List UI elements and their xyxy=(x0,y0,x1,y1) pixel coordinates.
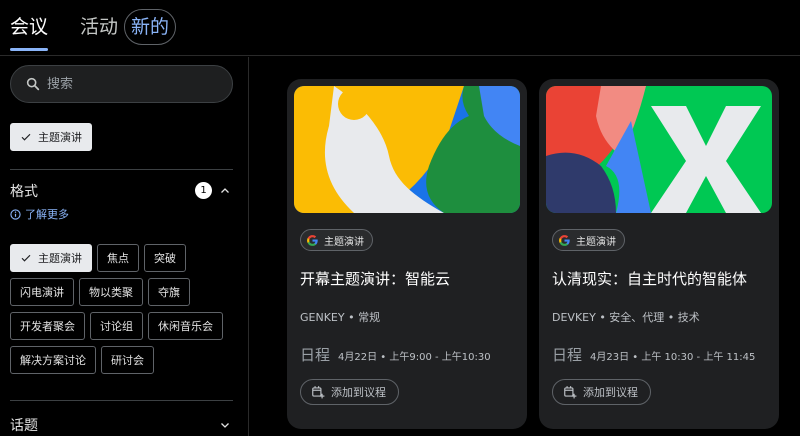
keynote-tag: 主题演讲 xyxy=(300,229,373,251)
tab-events[interactable]: 活动 xyxy=(80,12,118,39)
session-thumbnail xyxy=(546,86,772,213)
tab-new-label: 新的 xyxy=(131,16,170,38)
google-g-icon xyxy=(559,234,570,246)
format-chip-label: 主题演讲 xyxy=(38,252,82,265)
selected-filter-chip[interactable]: 主题演讲 xyxy=(10,123,92,151)
active-tab-indicator xyxy=(10,48,48,51)
format-chip[interactable]: 夺旗 xyxy=(148,278,190,306)
schedule-time: 4月23日 • 上午 10:30 - 上午 11:45 xyxy=(590,352,756,363)
session-list: 主题演讲 开幕主题演讲：智能云 GENKEY • 常规 日程 4月22日 • 上… xyxy=(250,57,800,436)
abstract-artwork xyxy=(294,86,520,213)
session-meta: GENKEY • 常规 xyxy=(300,311,381,324)
format-chip[interactable]: 解决方案讨论 xyxy=(10,346,96,374)
selected-filter-label: 主题演讲 xyxy=(38,131,82,144)
search-icon xyxy=(26,77,40,91)
search-box[interactable] xyxy=(10,65,233,103)
keynote-tag: 主题演讲 xyxy=(552,229,625,251)
format-section-title: 格式 xyxy=(10,184,38,200)
schedule-time: 4月22日 • 上午9:00 - 上午10:30 xyxy=(338,352,491,363)
tab-events-label: 活动 xyxy=(80,16,119,38)
session-card[interactable]: 主题演讲 认清现实：自主时代的智能体 DEVKEY • 安全、代理 • 技术 日… xyxy=(539,79,779,429)
format-chip[interactable]: 讨论组 xyxy=(90,312,143,340)
tab-meetings[interactable]: 会议 xyxy=(10,12,49,51)
divider xyxy=(10,169,233,170)
tab-meetings-label: 会议 xyxy=(10,16,49,38)
session-schedule: 日程 4月23日 • 上午 10:30 - 上午 11:45 xyxy=(552,344,755,365)
chevron-up-icon[interactable] xyxy=(219,185,231,197)
add-to-agenda-button[interactable]: 添加到议程 xyxy=(300,379,399,405)
chevron-down-icon[interactable] xyxy=(219,419,231,431)
search-input[interactable] xyxy=(47,66,227,102)
tag-label: 主题演讲 xyxy=(324,236,364,248)
add-to-agenda-label: 添加到议程 xyxy=(583,386,638,399)
abstract-artwork xyxy=(546,86,772,213)
format-chip[interactable]: 物以类聚 xyxy=(79,278,143,306)
check-icon xyxy=(21,254,31,262)
session-card[interactable]: 主题演讲 开幕主题演讲：智能云 GENKEY • 常规 日程 4月22日 • 上… xyxy=(287,79,527,429)
format-chip-keynote[interactable]: 主题演讲 xyxy=(10,244,92,272)
google-g-icon xyxy=(307,234,318,246)
calendar-add-icon xyxy=(312,386,325,399)
add-to-agenda-label: 添加到议程 xyxy=(331,386,386,399)
session-thumbnail xyxy=(294,86,520,213)
learn-more-link[interactable]: 了解更多 xyxy=(10,206,69,222)
format-chip[interactable]: 休闲音乐会 xyxy=(148,312,223,340)
format-chip[interactable]: 突破 xyxy=(144,244,186,272)
format-chip[interactable]: 开发者聚会 xyxy=(10,312,85,340)
format-chip[interactable]: 研讨会 xyxy=(101,346,154,374)
session-title[interactable]: 认清现实：自主时代的智能体 xyxy=(552,268,747,289)
info-icon xyxy=(10,208,21,220)
session-schedule: 日程 4月22日 • 上午9:00 - 上午10:30 xyxy=(300,344,491,365)
check-icon xyxy=(21,133,31,141)
session-meta: DEVKEY • 安全、代理 • 技术 xyxy=(552,311,700,324)
tab-new[interactable]: 新的 xyxy=(124,9,177,45)
filter-sidebar: 主题演讲 格式 1 了解更多 主题演讲 焦点 突破 闪电演讲 物以类聚 夺旗 开… xyxy=(0,57,249,436)
session-title[interactable]: 开幕主题演讲：智能云 xyxy=(300,268,450,289)
tag-label: 主题演讲 xyxy=(576,236,616,248)
topics-section-title[interactable]: 话题 xyxy=(10,415,38,435)
divider xyxy=(10,400,233,401)
schedule-label: 日程 xyxy=(300,346,331,364)
format-count-badge: 1 xyxy=(195,182,212,199)
format-chip[interactable]: 闪电演讲 xyxy=(10,278,74,306)
top-nav: 会议 活动 新的 xyxy=(0,0,800,56)
learn-more-label: 了解更多 xyxy=(25,208,69,221)
format-chips: 主题演讲 焦点 突破 闪电演讲 物以类聚 夺旗 开发者聚会 讨论组 休闲音乐会 … xyxy=(10,244,240,374)
add-to-agenda-button[interactable]: 添加到议程 xyxy=(552,379,651,405)
schedule-label: 日程 xyxy=(552,346,583,364)
format-chip[interactable]: 焦点 xyxy=(97,244,139,272)
calendar-add-icon xyxy=(564,386,577,399)
